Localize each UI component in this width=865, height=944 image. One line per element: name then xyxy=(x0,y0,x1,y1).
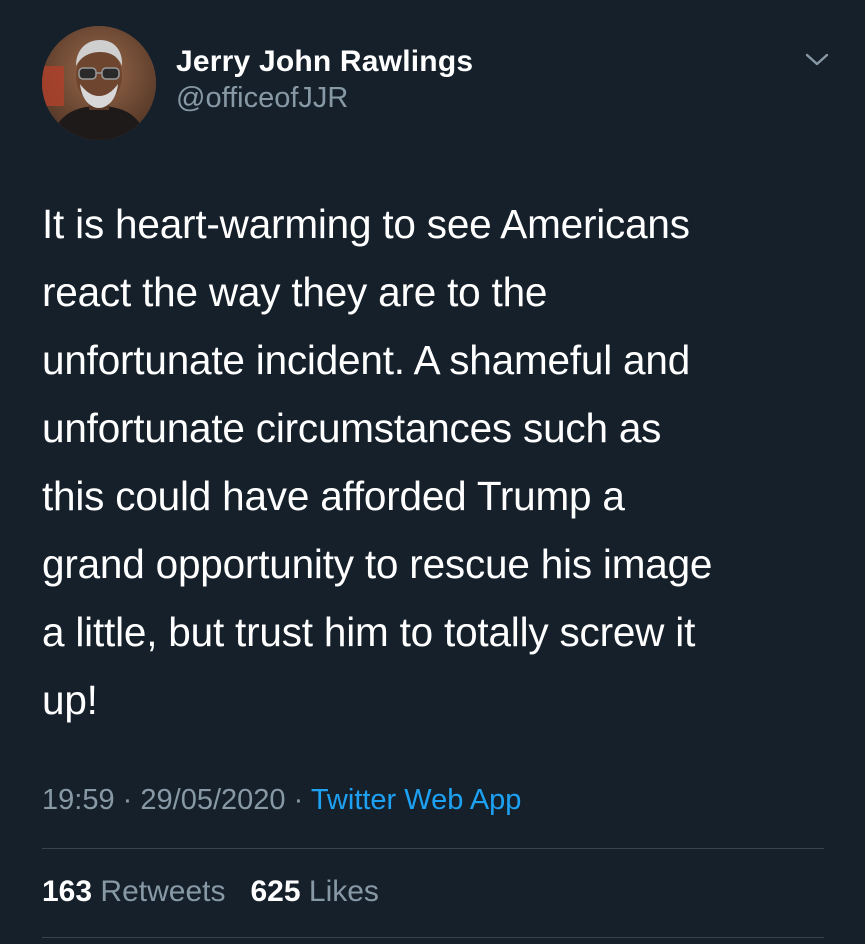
likes-count: 625 xyxy=(250,875,301,908)
divider xyxy=(42,937,824,938)
tweet-time[interactable]: 19:59 xyxy=(42,784,115,816)
author-handle[interactable]: @officeofJJR xyxy=(176,80,473,116)
retweets-stat[interactable]: 163 Retweets xyxy=(42,875,234,908)
meta-separator: · xyxy=(122,784,133,816)
divider xyxy=(42,848,824,849)
retweets-count: 163 xyxy=(42,875,93,908)
author-names: Jerry John Rawlings @officeofJJR xyxy=(176,44,473,116)
chevron-down-icon xyxy=(805,53,829,66)
tweet-stats: 163 Retweets 625 Likes xyxy=(42,870,379,914)
author-display-name[interactable]: Jerry John Rawlings xyxy=(176,44,473,80)
likes-label: Likes xyxy=(308,875,379,908)
tweet-detail: Jerry John Rawlings @officeofJJR It is h… xyxy=(0,0,865,944)
tweet-meta: 19:59 · 29/05/2020 · Twitter Web App xyxy=(42,778,521,822)
retweets-label: Retweets xyxy=(100,875,226,908)
profile-photo-icon xyxy=(42,26,156,140)
tweet-date[interactable]: 29/05/2020 xyxy=(140,784,285,816)
tweet-header: Jerry John Rawlings @officeofJJR xyxy=(42,26,832,146)
meta-separator: · xyxy=(293,784,304,816)
tweet-source-link[interactable]: Twitter Web App xyxy=(311,784,522,816)
avatar[interactable] xyxy=(42,26,156,140)
likes-stat[interactable]: 625 Likes xyxy=(250,875,378,908)
tweet-text: It is heart-warming to see Americans rea… xyxy=(42,201,713,723)
tweet-menu-button[interactable] xyxy=(804,50,830,70)
